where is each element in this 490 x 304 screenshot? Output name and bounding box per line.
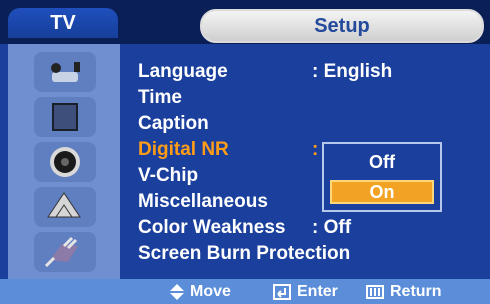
menu-item-label: Color Weakness bbox=[138, 217, 286, 238]
up-down-arrow-icon bbox=[170, 284, 184, 300]
menu-item-caption[interactable]: Caption bbox=[138, 113, 209, 137]
setup-title: Setup bbox=[200, 9, 484, 43]
menu-item-screen-burn-protection[interactable]: Screen Burn Protection bbox=[138, 243, 350, 267]
panel-icon[interactable] bbox=[34, 97, 96, 137]
return-label: Return bbox=[390, 283, 442, 300]
enter-label: Enter bbox=[297, 283, 338, 300]
menu-item-label: Digital NR bbox=[138, 139, 229, 160]
menu-item-label: Time bbox=[138, 87, 183, 108]
menu-item-language[interactable]: Language : English bbox=[138, 61, 392, 85]
menu-item-label: V-Chip bbox=[138, 165, 199, 186]
menu-item-time[interactable]: Time bbox=[138, 87, 182, 111]
option-off[interactable]: Off bbox=[330, 150, 434, 174]
menu-item-label: Caption bbox=[138, 113, 209, 134]
menu-item-color-weakness[interactable]: Color Weakness : Off bbox=[138, 217, 351, 241]
move-label: Move bbox=[190, 283, 231, 300]
tv-osd-screen: TV Setup Language: English Time Caption… bbox=[0, 0, 490, 304]
return-icon bbox=[366, 285, 384, 299]
sidebar bbox=[8, 44, 120, 279]
title-bar: TV Setup bbox=[0, 0, 490, 44]
digital-nr-options: Off On bbox=[322, 142, 442, 212]
satellite-dish-icon[interactable] bbox=[34, 187, 96, 227]
menu-item-digital-nr[interactable]: Digital NR : bbox=[138, 139, 318, 163]
bottom-help-bar: Move Enter Return bbox=[0, 279, 490, 304]
menu-item-miscellaneous[interactable]: Miscellaneous bbox=[138, 191, 268, 215]
move-hint: Move bbox=[170, 282, 231, 302]
menu-item-value: : bbox=[312, 139, 319, 160]
menu-item-value: : Off bbox=[312, 217, 352, 238]
return-hint: Return bbox=[366, 282, 442, 302]
speaker-icon[interactable] bbox=[34, 142, 96, 182]
menu-item-label: Language bbox=[138, 61, 228, 82]
menu-item-label: Screen Burn Protection bbox=[138, 243, 351, 264]
enter-icon bbox=[273, 284, 291, 300]
menu-item-v-chip[interactable]: V-Chip bbox=[138, 165, 198, 189]
menu-item-value: : English bbox=[312, 61, 393, 82]
plug-icon[interactable] bbox=[34, 232, 96, 272]
option-on[interactable]: On bbox=[330, 180, 434, 204]
antenna-icon[interactable] bbox=[34, 52, 96, 92]
menu-item-label: Miscellaneous bbox=[138, 191, 268, 212]
enter-hint: Enter bbox=[273, 282, 338, 302]
tv-tab[interactable]: TV bbox=[8, 8, 118, 38]
